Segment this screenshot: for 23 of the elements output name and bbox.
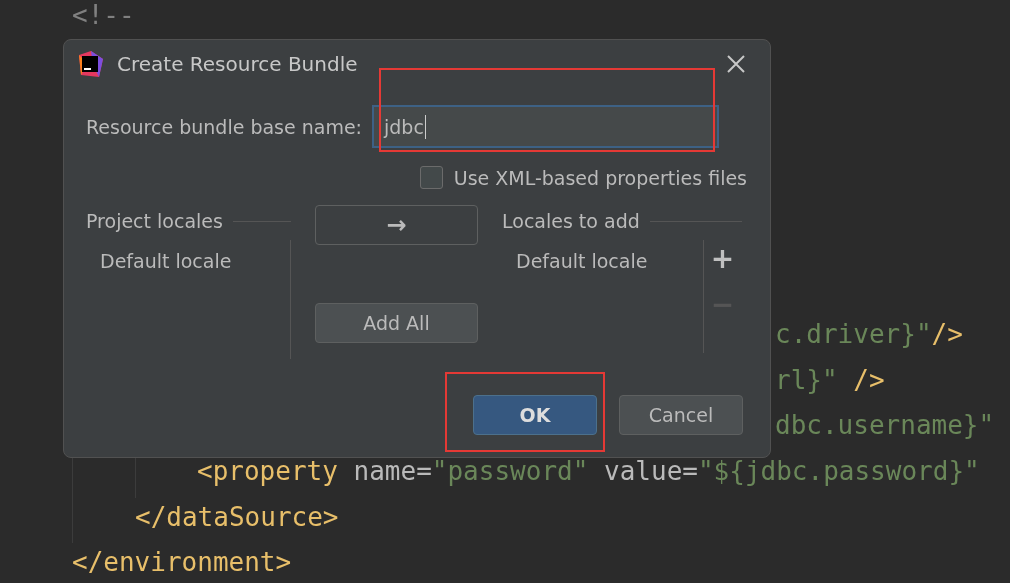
ok-button[interactable]: OK: [473, 395, 597, 435]
checkbox-label: Use XML-based properties files: [453, 166, 747, 189]
cancel-button[interactable]: Cancel: [619, 395, 743, 435]
section-title: Locales to add: [502, 210, 640, 232]
code-line: c.driver}"/>: [775, 318, 963, 352]
checkbox[interactable]: [419, 166, 443, 189]
code-line: <!--: [72, 0, 135, 32]
move-button[interactable]: →: [315, 205, 478, 245]
section-title: Project locales: [86, 210, 223, 232]
code-line: </environment>: [72, 546, 292, 580]
code-line: </dataSource>: [135, 500, 339, 534]
add-all-button[interactable]: Add All: [315, 303, 478, 343]
code-line: <property name="password" value="${jdbc.password}": [197, 454, 980, 488]
app-logo-icon: [77, 51, 103, 77]
base-name-field[interactable]: jdbc: [372, 105, 719, 148]
list-item[interactable]: Default locale: [100, 246, 290, 276]
close-icon[interactable]: [727, 55, 745, 73]
code-line: dbc.username}": [775, 409, 995, 443]
field-label: Resource bundle base name:: [86, 115, 362, 138]
add-button[interactable]: +: [710, 242, 735, 276]
list-item[interactable]: Default locale: [516, 246, 703, 276]
code-line: rl}" />: [775, 363, 885, 397]
window-title: Create Resource Bundle: [117, 52, 358, 76]
